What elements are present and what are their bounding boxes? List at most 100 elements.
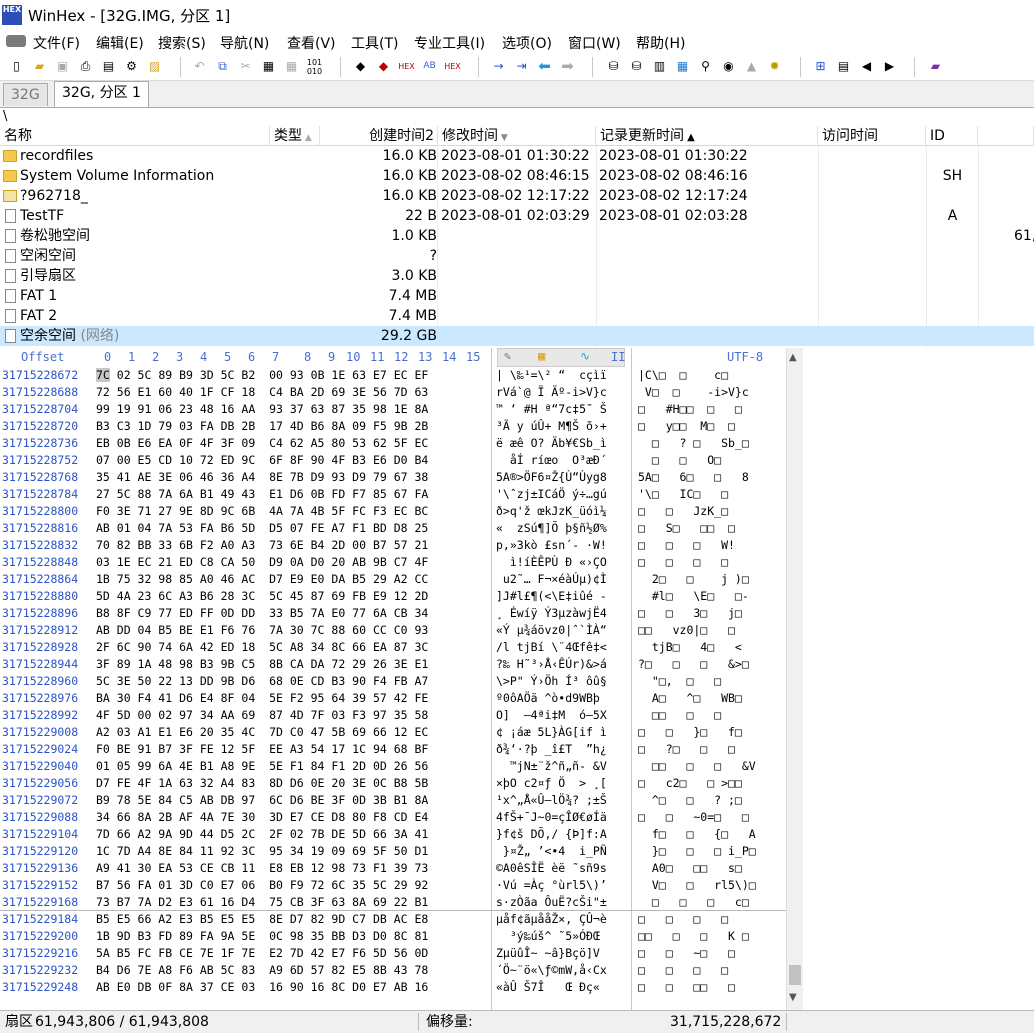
hex-row-bytes[interactable]: 7C 02 5C 89 B9 3D 5C B2 00 93 0B 1E 63 E… xyxy=(96,367,428,384)
hex-row-offset[interactable]: 31715228768 xyxy=(2,469,78,486)
hex-row-utf8[interactable]: }□ □ □ i_P□ xyxy=(638,843,786,860)
hex-row-offset[interactable]: 31715228960 xyxy=(2,673,78,690)
column-accessed[interactable]: 访问时间 xyxy=(818,126,926,146)
hex-row-text[interactable]: 4fŠ+¯J~0=çÎØ€øÍä xyxy=(496,809,628,826)
hex-row-offset[interactable]: 31715229072 xyxy=(2,792,78,809)
hex-row-text[interactable]: }¤Ž„ ’<•4 i_PÑ xyxy=(496,843,628,860)
hex-row-bytes[interactable]: 07 00 E5 CD 10 72 ED 9C 6F 8F 90 4F B3 E… xyxy=(96,452,428,469)
hex-row-utf8[interactable]: "□, □ □ xyxy=(638,673,786,690)
hex-row-text[interactable]: ì!íÈÊPÙ Ð «›ÇO xyxy=(496,554,628,571)
gear-icon[interactable]: ✹ xyxy=(766,58,783,75)
hex-row-utf8[interactable]: □ S□ □□ □ xyxy=(638,520,786,537)
replace-text-icon[interactable]: HEX xyxy=(398,58,415,75)
hex-row-text[interactable]: /l tjBí \¨4Œfê‡< xyxy=(496,639,628,656)
sector-value[interactable]: 61,943,806 / 61,943,808 xyxy=(35,1011,209,1033)
hex-row-bytes[interactable]: 34 66 8A 2B AF 4A 7E 30 3D E7 CE D8 80 F… xyxy=(96,809,428,826)
hex-row-bytes[interactable]: F0 3E 71 27 9E 8D 9C 6B 4A 7A 4B 5F FC F… xyxy=(96,503,428,520)
hex-row-text[interactable]: ™ ‘ #H ª“7c‡5˜ Š xyxy=(496,401,628,418)
hex-row-bytes[interactable]: 4F 5D 00 02 97 34 AA 69 87 4D 7F 03 F3 9… xyxy=(96,707,428,724)
hex-row-text[interactable]: '\ˆzj±ICáÖ ý÷…gú xyxy=(496,486,628,503)
hex-row-offset[interactable]: 31715228992 xyxy=(2,707,78,724)
new-file-icon[interactable]: ▯ xyxy=(8,58,25,75)
hex-row-text[interactable]: ³Ã y úÛ+ M¶Š õ›+ xyxy=(496,418,628,435)
hex-row-offset[interactable]: 31715228880 xyxy=(2,588,78,605)
hex-row-offset[interactable]: 31715229232 xyxy=(2,962,78,979)
hex-row-text[interactable]: ë æê O? Äb¥€Sb_ì xyxy=(496,435,628,452)
paste-icon[interactable]: ▦ xyxy=(260,58,277,75)
scroll-down-icon[interactable]: ▼ xyxy=(789,992,797,1003)
print-icon[interactable]: ⎙ xyxy=(77,58,94,75)
hex-row-utf8[interactable]: □ □ JzK_□ xyxy=(638,503,786,520)
scrollbar-thumb[interactable] xyxy=(789,965,801,985)
hex-row-text[interactable]: ™jN±¨ž^ñ„ñ- &V xyxy=(496,758,628,775)
hex-scrollbar[interactable]: ▲ ▼ xyxy=(786,348,803,1010)
hex-row-text[interactable]: ´Ö~¨ö«\ƒ©mW‚å‹Cx xyxy=(496,962,628,979)
hex-row-offset[interactable]: 31715229056 xyxy=(2,775,78,792)
menu-window[interactable]: 窗口(W) xyxy=(568,33,621,53)
hex-row-utf8[interactable]: □ □ 3□ j□ xyxy=(638,605,786,622)
hex-row-text[interactable]: O] —4ªi‡M ó—5X xyxy=(496,707,628,724)
tab-32g[interactable]: 32G xyxy=(3,83,48,106)
hex-row-text[interactable]: \>P" Ý›Öh Í³ ôû§ xyxy=(496,673,628,690)
scroll-up-icon[interactable]: ▲ xyxy=(789,352,797,363)
hex-row-utf8[interactable]: □ y□□ M□ □ xyxy=(638,418,786,435)
search-icon[interactable]: ⚲ xyxy=(697,58,714,75)
hex-row-utf8[interactable]: □ ? □ Sb_□ xyxy=(638,435,786,452)
hex-row-offset[interactable]: 31715228672 xyxy=(2,367,78,384)
hex-row-bytes[interactable]: 70 82 BB 33 6B F2 A0 A3 73 6E B4 2D 00 B… xyxy=(96,537,428,554)
hex-row-utf8[interactable]: ?□ □ □ &>□ xyxy=(638,656,786,673)
properties-icon[interactable]: ▤ xyxy=(100,58,117,75)
hex-row-utf8[interactable]: □ □ ~0=□ □ xyxy=(638,809,786,826)
menu-tools[interactable]: 工具(T) xyxy=(351,33,398,53)
hex-row-utf8[interactable]: □ □ □ □ xyxy=(638,554,786,571)
menu-file[interactable]: 文件(F) xyxy=(33,33,80,53)
menu-navigation[interactable]: 导航(N) xyxy=(220,33,269,53)
hex-row-bytes[interactable]: B7 56 FA 01 3D C0 E7 06 B0 F9 72 6C 35 5… xyxy=(96,877,428,894)
import-icon[interactable]: ▨ xyxy=(146,58,163,75)
hex-row-utf8[interactable]: □ □ □ W! xyxy=(638,537,786,554)
hex-row-bytes[interactable]: 1B 9D B3 FD 89 FA 9A 5E 0C 98 35 BB D3 D… xyxy=(96,928,428,945)
tab-32g-partition-1[interactable]: 32G, 分区 1 xyxy=(54,81,149,107)
hex-row-text[interactable]: ð>q'ž œkJzK_üóì¼ xyxy=(496,503,628,520)
column-id[interactable]: ID xyxy=(926,126,978,146)
hex-row-utf8[interactable]: 2□ □ j )□ xyxy=(638,571,786,588)
menu-options[interactable]: 选项(O) xyxy=(502,33,552,53)
combined-search-icon[interactable]: HEX xyxy=(444,58,461,75)
hex-row-bytes[interactable]: 5C 3E 50 22 13 DD 9B D6 68 0E CD B3 90 F… xyxy=(96,673,428,690)
hex-row-offset[interactable]: 31715228864 xyxy=(2,571,78,588)
file-row[interactable]: TestTF 22 B 2023-08-01 02:03:29 2023-08-… xyxy=(0,206,1034,226)
hex-row-offset[interactable]: 31715228736 xyxy=(2,435,78,452)
hex-row-utf8[interactable]: □ □ O□ xyxy=(638,452,786,469)
charset-icon[interactable]: ▦ xyxy=(538,349,545,363)
wipe-icon[interactable]: ▲ xyxy=(743,58,760,75)
hex-row-offset[interactable]: 31715228816 xyxy=(2,520,78,537)
hex-row-utf8[interactable]: □ □ □ c□ xyxy=(638,894,786,911)
hex-row-offset[interactable]: 31715229120 xyxy=(2,843,78,860)
hex-row-offset[interactable]: 31715229184 xyxy=(2,911,78,928)
hex-row-utf8[interactable]: □ □ □□ □ xyxy=(638,979,786,996)
menu-help[interactable]: 帮助(H) xyxy=(636,33,685,53)
hex-row-offset[interactable]: 31715228848 xyxy=(2,554,78,571)
hex-row-offset[interactable]: 31715228832 xyxy=(2,537,78,554)
hex-row-offset[interactable]: 31715228896 xyxy=(2,605,78,622)
hex-row-bytes[interactable]: EB 0B E6 EA 0F 4F 3F 09 C4 62 A5 80 53 6… xyxy=(96,435,428,452)
hex-row-offset[interactable]: 31715229088 xyxy=(2,809,78,826)
hex-row-offset[interactable]: 31715228720 xyxy=(2,418,78,435)
disk-icon[interactable]: ⛁ xyxy=(605,58,622,75)
hex-row-utf8[interactable]: A0□ □□ s□ xyxy=(638,860,786,877)
hex-row-text[interactable]: ¹x^„Å«Û—lÖ¾? ;±Š xyxy=(496,792,628,809)
hex-row-bytes[interactable]: 2F 6C 90 74 6A 42 ED 18 5C A8 34 8C 66 E… xyxy=(96,639,428,656)
hex-row-offset[interactable]: 31715228912 xyxy=(2,622,78,639)
hex-row-utf8[interactable]: □ □ □ □ xyxy=(638,962,786,979)
file-row[interactable]: System Volume Information 16.0 KB 2023-0… xyxy=(0,166,1034,186)
hex-row-bytes[interactable]: 35 41 AE 3E 06 46 36 A4 8E 7B D9 93 D9 7… xyxy=(96,469,428,486)
hex-row-offset[interactable]: 31715228944 xyxy=(2,656,78,673)
calculator-icon[interactable]: ▦ xyxy=(674,58,691,75)
hex-row-bytes[interactable]: F0 BE 91 B7 3F FE 12 5F EE A3 54 17 1C 9… xyxy=(96,741,428,758)
hex-row-bytes[interactable]: A9 41 30 EA 53 CE CB 11 E8 EB 12 98 73 F… xyxy=(96,860,428,877)
document-menu-icon[interactable] xyxy=(6,35,26,47)
file-row[interactable]: FAT 1 7.4 MB xyxy=(0,286,1034,306)
goto-sector-icon[interactable]: ⇥ xyxy=(513,58,530,75)
hex-row-utf8[interactable]: □ #H□□ □ □ xyxy=(638,401,786,418)
hex-row-bytes[interactable]: B8 8F C9 77 ED FF 0D DD 33 B5 7A E0 77 6… xyxy=(96,605,428,622)
